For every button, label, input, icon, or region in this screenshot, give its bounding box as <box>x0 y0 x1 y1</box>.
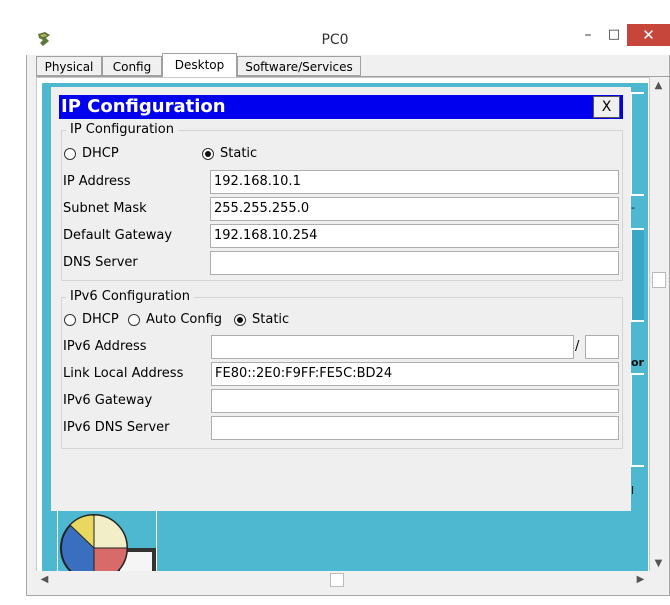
tab-physical[interactable]: Physical <box>36 56 102 76</box>
background-app-panel <box>630 228 644 322</box>
vertical-scroll-thumb[interactable] <box>652 272 666 288</box>
ipv6-prefix-length-field[interactable] <box>585 335 619 359</box>
link-local-address-field[interactable]: FE80::2E0:F9FF:FE5C:BD24 <box>211 362 619 386</box>
ipv6-dhcp-radio[interactable] <box>64 314 76 326</box>
subnet-mask-field[interactable]: 255.255.255.0 <box>210 197 619 221</box>
tab-config[interactable]: Config <box>102 56 162 76</box>
ipv4-group-label: IP Configuration <box>66 122 178 137</box>
background-app-panel <box>630 373 644 467</box>
background-peek-text: - <box>631 201 635 214</box>
background-app-panel <box>630 92 644 196</box>
ipv6-gateway-field[interactable] <box>211 389 619 413</box>
tab-desktop[interactable]: Desktop <box>162 53 237 78</box>
ipv4-static-label: Static <box>220 146 258 161</box>
subnet-mask-label: Subnet Mask <box>63 201 147 216</box>
ipv6-dns-server-label: IPv6 DNS Server <box>63 420 170 435</box>
tab-software-services[interactable]: Software/Services <box>237 56 361 76</box>
ipv6-static-label: Static <box>252 312 290 327</box>
ipv6-auto-config-radio[interactable] <box>128 314 140 326</box>
maximize-button[interactable]: □ <box>601 24 627 46</box>
ip-address-label: IP Address <box>63 174 131 189</box>
minimize-button[interactable]: – <box>575 24 601 46</box>
ipv6-gateway-label: IPv6 Gateway <box>63 393 153 408</box>
background-peek-text: or <box>631 356 644 369</box>
dns-server-label: DNS Server <box>63 255 138 270</box>
dns-server-field[interactable] <box>210 251 619 275</box>
dialog-close-button[interactable]: X <box>593 96 620 118</box>
ipv6-address-label: IPv6 Address <box>63 339 147 354</box>
scroll-up-arrow-icon[interactable]: ▲ <box>650 77 667 94</box>
horizontal-scroll-thumb[interactable] <box>330 573 344 587</box>
ipv4-dhcp-label: DHCP <box>82 146 119 161</box>
ipv6-address-field[interactable] <box>211 335 574 359</box>
scroll-down-arrow-icon[interactable]: ▼ <box>650 555 667 572</box>
close-window-button[interactable]: ✕ <box>627 24 670 46</box>
ipv6-static-radio[interactable] <box>234 314 246 326</box>
background-peek-text: l <box>631 484 635 497</box>
ipv6-dns-server-field[interactable] <box>211 416 619 440</box>
dialog-title: IP Configuration <box>61 96 226 117</box>
ipv4-static-radio[interactable] <box>202 148 214 160</box>
ipv6-group-label: IPv6 Configuration <box>66 289 194 304</box>
vertical-scrollbar[interactable] <box>650 77 667 572</box>
default-gateway-label: Default Gateway <box>63 228 173 243</box>
default-gateway-field[interactable]: 192.168.10.254 <box>210 224 619 248</box>
scroll-left-arrow-icon[interactable]: ◀ <box>36 571 53 588</box>
ipv6-auto-config-label: Auto Config <box>146 312 223 327</box>
prefix-separator: / <box>575 339 580 354</box>
link-local-address-label: Link Local Address <box>63 366 184 381</box>
window-title: PC0 <box>321 32 349 48</box>
ipv6-dhcp-label: DHCP <box>82 312 119 327</box>
pie-chart-app-icon[interactable] <box>58 512 156 572</box>
ipv4-dhcp-radio[interactable] <box>64 148 76 160</box>
scroll-right-arrow-icon[interactable]: ▶ <box>632 571 649 588</box>
ip-address-field[interactable]: 192.168.10.1 <box>210 170 619 194</box>
